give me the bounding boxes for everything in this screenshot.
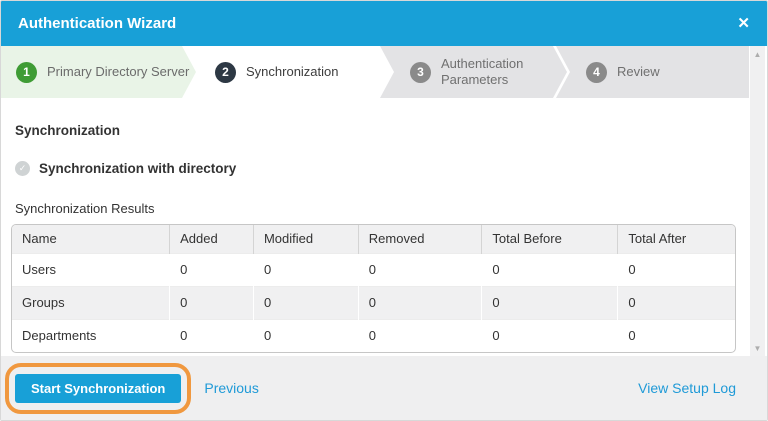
table-cell: 0 [357, 318, 482, 352]
step-1-primary-directory-server[interactable]: 1 Primary Directory Server [1, 46, 196, 98]
table-cell: 0 [481, 285, 618, 319]
dialog-footer: Start Synchronization Previous View Setu… [1, 356, 767, 420]
step-label: Authentication Parameters [441, 55, 524, 87]
step-label: Review [617, 63, 660, 79]
section-title: Synchronization [15, 123, 121, 138]
step-number-badge: 3 [410, 62, 431, 83]
view-setup-log-link[interactable]: View Setup Log [638, 380, 736, 396]
dialog-header: Authentication Wizard ✕ [1, 1, 767, 46]
table-cell: 0 [252, 318, 359, 352]
column-header: Total After [617, 225, 735, 253]
start-synchronization-button[interactable]: Start Synchronization [15, 373, 182, 403]
wizard-steps: 1 Primary Directory Server 2 Synchroniza… [1, 46, 767, 98]
check-circle-icon: ✓ [15, 161, 30, 176]
table-cell: 0 [357, 252, 482, 286]
step-number-badge: 1 [16, 62, 37, 83]
table-cell: Groups [12, 285, 170, 319]
close-icon[interactable]: ✕ [737, 16, 750, 31]
results-table: Name Added Modified Removed Total Before… [11, 224, 736, 353]
table-cell: 0 [357, 285, 482, 319]
column-header: Added [169, 225, 254, 253]
table-cell: 0 [169, 252, 254, 286]
step-4-review[interactable]: 4 Review [556, 46, 749, 98]
table-cell: 0 [617, 285, 735, 319]
column-header: Removed [357, 225, 482, 253]
table-cell: 0 [252, 252, 359, 286]
scrollbar-down-icon[interactable]: ▼ [750, 344, 765, 354]
sync-status-row: ✓ Synchronization with directory [15, 161, 734, 176]
content-area: Synchronization ✓ Synchronization with d… [1, 123, 767, 353]
column-header: Name [12, 225, 170, 253]
table-row-users: Users 0 0 0 0 0 [12, 252, 735, 286]
table-cell: 0 [617, 252, 735, 286]
step-label: Synchronization [246, 63, 339, 79]
column-header: Modified [252, 225, 359, 253]
step-number-badge: 2 [215, 62, 236, 83]
highlight-ring: Start Synchronization [5, 362, 192, 414]
table-cell: 0 [617, 318, 735, 352]
table-row-departments: Departments 0 0 0 0 0 [12, 318, 735, 352]
table-cell: 0 [169, 318, 254, 352]
column-header: Total Before [481, 225, 618, 253]
table-cell: Users [12, 252, 170, 286]
step-number-badge: 4 [586, 61, 607, 83]
authentication-wizard-dialog: Authentication Wizard ✕ 1 Primary Direct… [0, 0, 768, 421]
sync-status-label: Synchronization with directory [39, 161, 237, 176]
table-cell: Departments [12, 318, 170, 352]
table-row-groups: Groups 0 0 0 0 0 [12, 285, 735, 319]
table-cell: 0 [169, 285, 254, 319]
scrollbar-up-icon[interactable]: ▲ [750, 50, 765, 60]
dialog-title: Authentication Wizard [18, 15, 177, 32]
step-label: Primary Directory Server [47, 63, 190, 79]
table-cell: 0 [481, 252, 618, 286]
step-3-authentication-parameters[interactable]: 3 Authentication Parameters [380, 46, 567, 98]
vertical-scrollbar[interactable]: ▲ ▼ [750, 46, 765, 358]
previous-link[interactable]: Previous [204, 380, 258, 396]
results-label: Synchronization Results [15, 201, 155, 216]
table-cell: 0 [481, 318, 618, 352]
table-cell: 0 [252, 285, 359, 319]
table-header-row: Name Added Modified Removed Total Before… [12, 225, 735, 253]
step-2-synchronization[interactable]: 2 Synchronization [185, 46, 391, 98]
